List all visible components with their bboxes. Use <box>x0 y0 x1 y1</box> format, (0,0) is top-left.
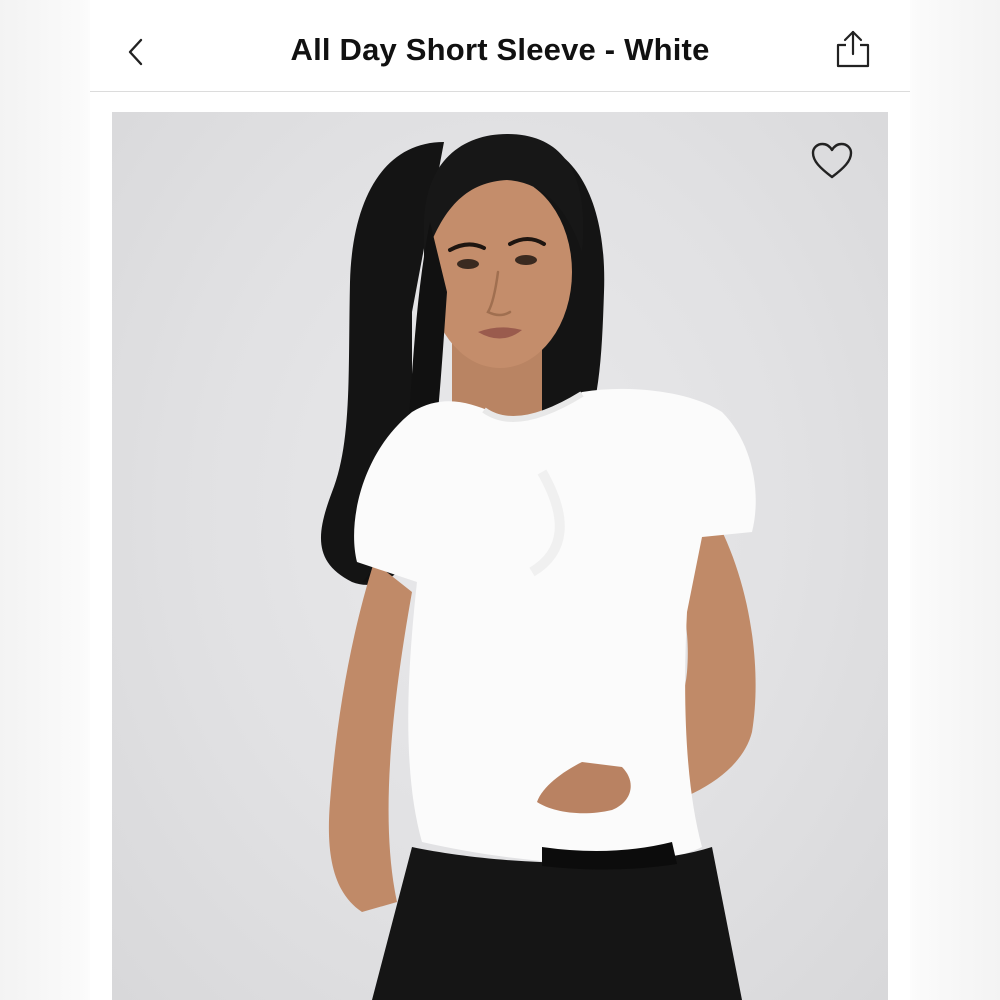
left-eye <box>457 259 479 269</box>
nav-divider <box>90 91 910 92</box>
right-eye <box>515 255 537 265</box>
left-arm <box>328 562 412 912</box>
share-icon <box>836 30 870 68</box>
black-shorts <box>372 847 742 1000</box>
back-button[interactable] <box>118 32 154 72</box>
model-photo <box>320 134 756 1000</box>
app-screen: All Day Short Sleeve - White <box>90 0 910 1000</box>
page-title: All Day Short Sleeve - White <box>290 32 710 67</box>
product-image[interactable] <box>112 112 888 1000</box>
chevron-left-icon <box>128 38 143 66</box>
share-button[interactable] <box>830 26 876 72</box>
page-backdrop: All Day Short Sleeve - White <box>0 0 1000 1000</box>
favorite-button[interactable] <box>808 138 856 184</box>
navigation-bar: All Day Short Sleeve - White <box>90 0 910 92</box>
heart-outline-icon <box>811 142 853 179</box>
